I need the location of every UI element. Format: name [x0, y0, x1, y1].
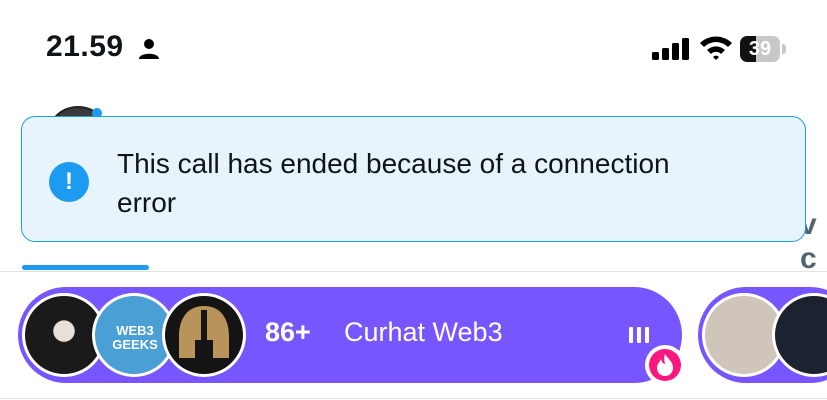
listener-count: 86+	[265, 317, 311, 347]
live-space-card-2[interactable]	[698, 287, 827, 383]
alert-icon: !	[49, 162, 89, 202]
divider	[0, 271, 827, 272]
space-title: Curhat Web3	[344, 317, 503, 347]
person-icon	[139, 39, 159, 59]
wifi-icon	[700, 36, 732, 60]
active-tab-indicator	[22, 265, 149, 270]
battery-icon: 39	[740, 36, 786, 62]
speaker-avatar	[162, 293, 246, 377]
toast-message: This call has ended because of a connect…	[117, 148, 670, 218]
battery-tip	[782, 44, 786, 54]
live-space-card[interactable]: WEB3 GEEKS 86+ Curhat Web3	[18, 287, 685, 385]
helmet-logo-icon	[179, 306, 229, 358]
web3-geeks-logo: WEB3 GEEKS	[112, 323, 158, 352]
battery-body: 39	[740, 36, 780, 62]
status-time: 21.59	[46, 30, 124, 63]
error-toast[interactable]: ! This call has ended because of a conne…	[21, 116, 806, 242]
space-2-speaker-avatar	[772, 293, 827, 377]
bottom-divider	[0, 398, 827, 399]
pause-icon	[629, 327, 649, 343]
battery-percent: 39	[748, 38, 772, 60]
signal-icon	[652, 38, 689, 60]
fire-icon	[645, 345, 685, 385]
